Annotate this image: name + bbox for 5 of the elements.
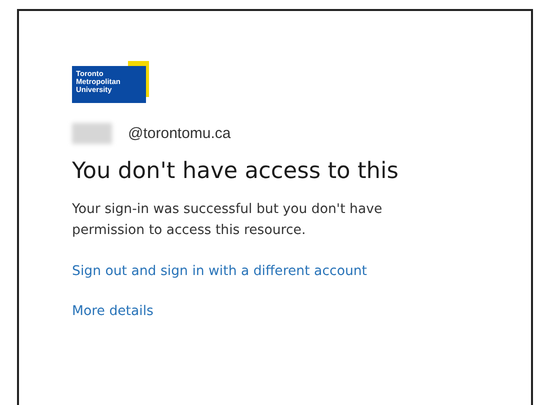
- text-link[interactable]: More details: [72, 302, 154, 322]
- account-email: @torontomu.ca: [128, 125, 231, 142]
- page-heading: You don't have access to this: [72, 158, 400, 185]
- text-link[interactable]: Sign out and sign in with a different account: [72, 262, 368, 282]
- error-message: Your sign-in was successful but you don't have permission to access this resource.: [72, 201, 384, 240]
